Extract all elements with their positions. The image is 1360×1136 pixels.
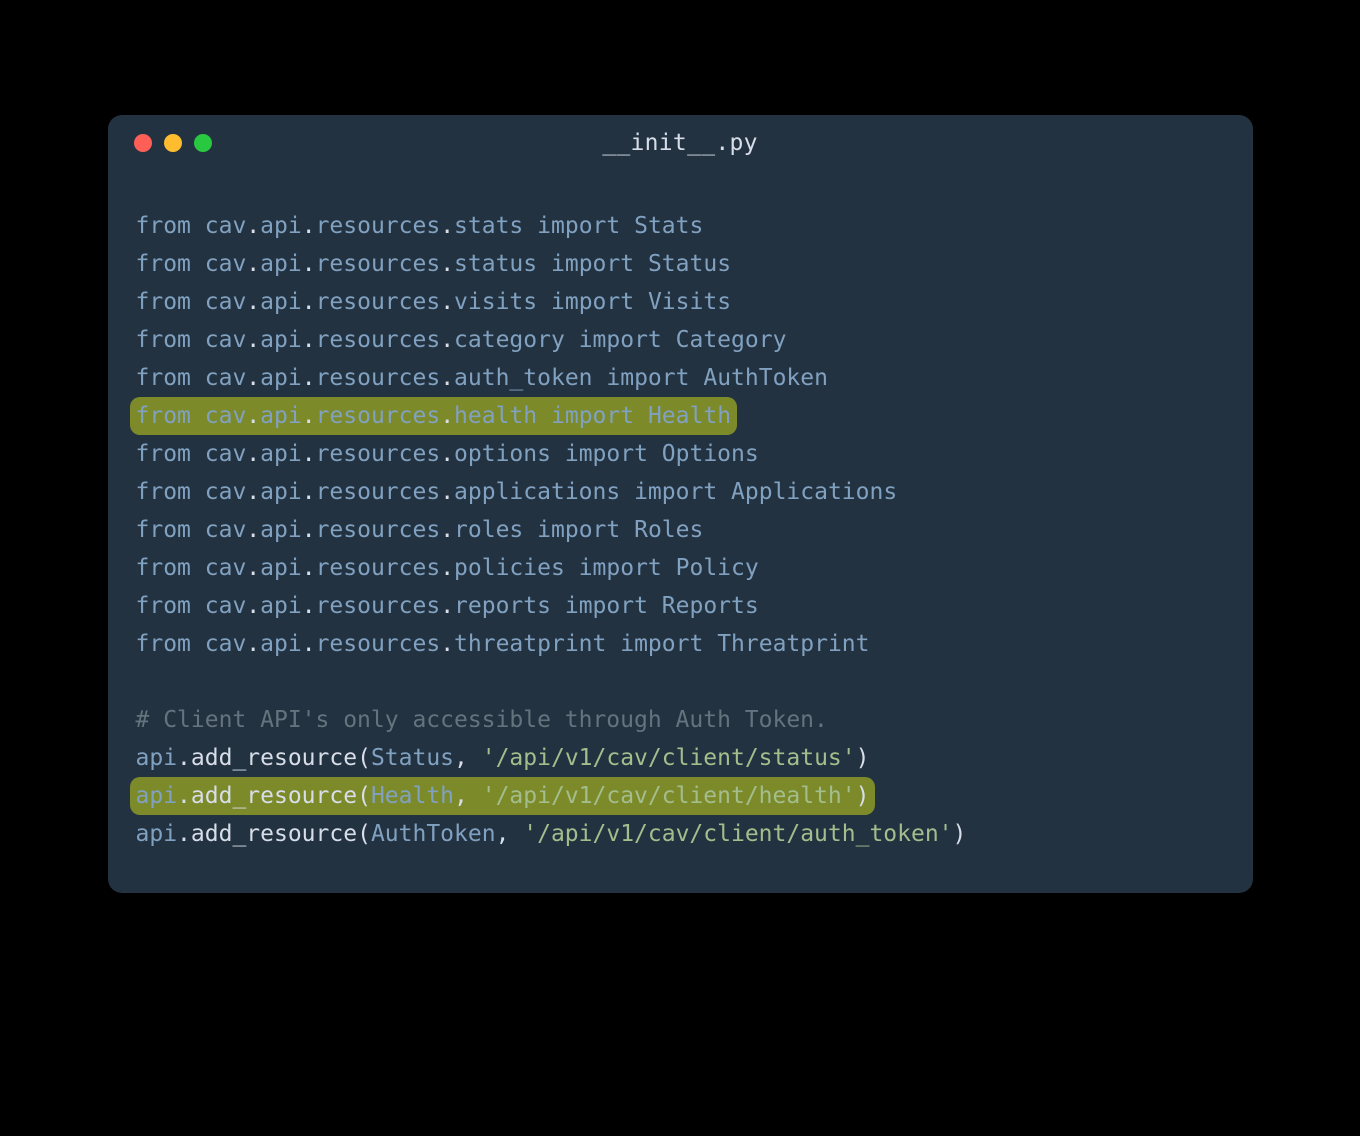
zoom-icon[interactable] xyxy=(194,134,212,152)
code-line: from cav.api.resources.stats import Stat… xyxy=(116,207,1245,245)
titlebar: __init__.py xyxy=(108,115,1253,171)
code-line: from cav.api.resources.category import C… xyxy=(116,321,1245,359)
minimize-icon[interactable] xyxy=(164,134,182,152)
code-line: from cav.api.resources.options import Op… xyxy=(116,435,1245,473)
code-line xyxy=(116,663,1245,701)
code-line: api.add_resource(AuthToken, '/api/v1/cav… xyxy=(116,815,1245,853)
window-controls xyxy=(134,134,212,152)
code-line: from cav.api.resources.reports import Re… xyxy=(116,587,1245,625)
code-line: from cav.api.resources.health import Hea… xyxy=(116,397,1245,435)
code-line: from cav.api.resources.threatprint impor… xyxy=(116,625,1245,663)
code-line: from cav.api.resources.status import Sta… xyxy=(116,245,1245,283)
code-line: from cav.api.resources.roles import Role… xyxy=(116,511,1245,549)
window-title: __init__.py xyxy=(108,130,1253,156)
code-editor[interactable]: from cav.api.resources.stats import Stat… xyxy=(108,171,1253,893)
close-icon[interactable] xyxy=(134,134,152,152)
code-line: from cav.api.resources.auth_token import… xyxy=(116,359,1245,397)
code-line: from cav.api.resources.applications impo… xyxy=(116,473,1245,511)
code-line: from cav.api.resources.visits import Vis… xyxy=(116,283,1245,321)
code-line: api.add_resource(Status, '/api/v1/cav/cl… xyxy=(116,739,1245,777)
code-comment: # Client API's only accessible through A… xyxy=(116,701,1245,739)
editor-window: __init__.py from cav.api.resources.stats… xyxy=(108,115,1253,893)
code-line: api.add_resource(Health, '/api/v1/cav/cl… xyxy=(116,777,1245,815)
code-line: from cav.api.resources.policies import P… xyxy=(116,549,1245,587)
